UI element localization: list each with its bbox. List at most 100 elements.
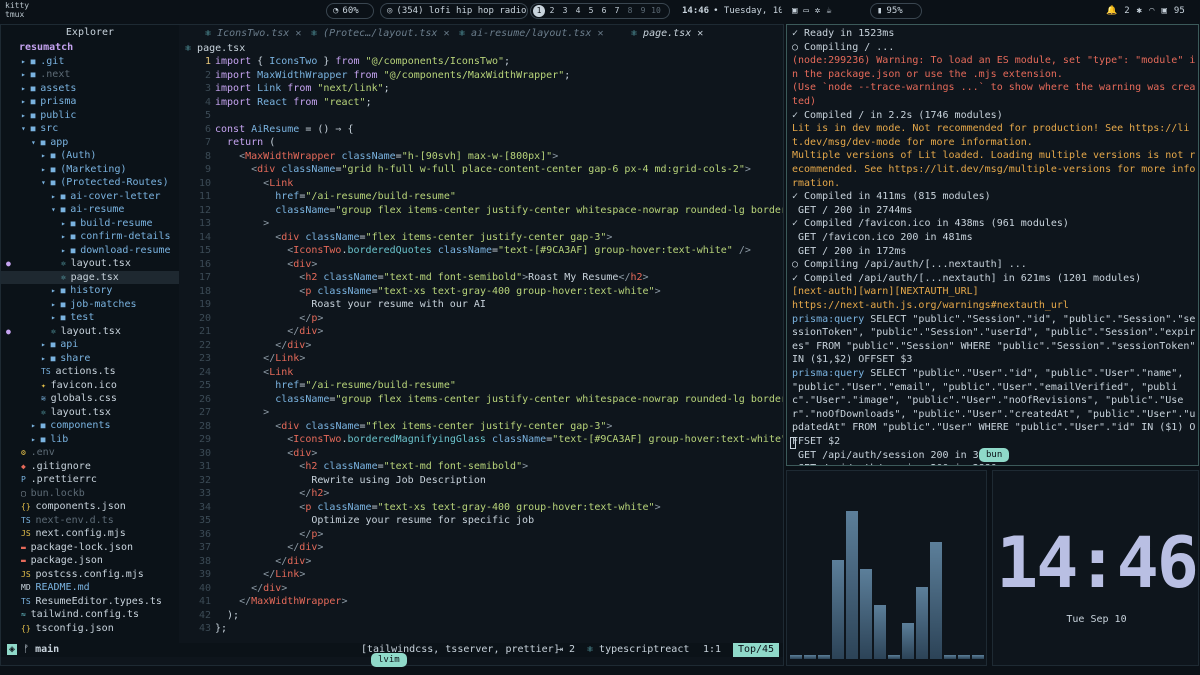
tree-item[interactable]: ▸ ■ job-matches	[1, 298, 179, 312]
tree-item[interactable]: ⚛ layout.tsx	[1, 406, 179, 420]
tree-item[interactable]: ▸ ■ components	[1, 419, 179, 433]
media-widget[interactable]: ◎(354) lofi hip hop radio 📚 beats to rel…	[380, 3, 528, 19]
code-line[interactable]: 10 <Link	[181, 177, 783, 191]
tree-item[interactable]: ▢ bun.lockb	[1, 487, 179, 501]
code-line[interactable]: 15 <IconsTwo.borderedQuotes className="t…	[181, 244, 783, 258]
code-line[interactable]: 29 <IconsTwo.borderedMagnifyingGlass cla…	[181, 433, 783, 447]
tree-item[interactable]: ▾ ■ app	[1, 136, 179, 150]
code-line[interactable]: 23 </Link>	[181, 352, 783, 366]
workspace-6[interactable]: 6	[598, 5, 610, 17]
code-line[interactable]: 35 Optimize your resume for specific job	[181, 514, 783, 528]
tree-item[interactable]: ▸ ■ confirm-details	[1, 230, 179, 244]
code-line[interactable]: 1 import { IconsTwo } from "@/components/…	[181, 55, 783, 69]
code-line[interactable]: 42 );	[181, 609, 783, 623]
explorer-root[interactable]: resumatch	[1, 41, 179, 55]
tree-item[interactable]: ▾ ■ ai-resume	[1, 203, 179, 217]
workspace-9[interactable]: 9	[637, 5, 649, 17]
code-line[interactable]: 38 </div>	[181, 555, 783, 569]
tree-item[interactable]: ▸ ■ lib	[1, 433, 179, 447]
editor-tab[interactable]: ⚛ page.tsx ✕	[631, 25, 703, 42]
workspace-1[interactable]: 1	[533, 5, 545, 17]
tree-item[interactable]: TS actions.ts	[1, 365, 179, 379]
tree-item[interactable]: ⚛ page.tsx	[1, 270, 179, 284]
code-editor[interactable]: ⚛ IconsTwo.tsx ✕ ⚛ (Protec…/layout.tsx ✕ ⚛…	[181, 25, 783, 643]
code-line[interactable]: 9 <div className="grid h-full w-full pla…	[181, 163, 783, 177]
idle-icon[interactable]: ☕	[826, 6, 831, 16]
tree-item[interactable]: ▸ ■ public	[1, 109, 179, 123]
code-line[interactable]: 6 const AiResume = () ⇒ {	[181, 123, 783, 137]
code-line[interactable]: 37 </div>	[181, 541, 783, 555]
tree-item[interactable]: ▾ ■ src	[1, 122, 179, 136]
workspace-8[interactable]: 8	[624, 5, 636, 17]
workspace-3[interactable]: 3	[559, 5, 571, 17]
screen-icon[interactable]: ▭	[803, 6, 808, 16]
code-line[interactable]: 36 </p>	[181, 528, 783, 542]
editor-tab[interactable]: ⚛ IconsTwo.tsx ✕	[205, 25, 301, 42]
workspace-switcher[interactable]: 1 2 3 4 5 6 7 8 9 10	[530, 3, 670, 19]
tree-item[interactable]: ▬ package-lock.json	[1, 541, 179, 555]
tree-item[interactable]: ▾ ■ (Protected-Routes)	[1, 176, 179, 190]
code-line[interactable]: 24 <Link	[181, 366, 783, 380]
code-line[interactable]: 2 import MaxWidthWrapper from "@/componen…	[181, 69, 783, 83]
code-line[interactable]: 22 </div>	[181, 339, 783, 353]
code-line[interactable]: 25 href="/ai-resume/build-resume"	[181, 379, 783, 393]
workspace-4[interactable]: 4	[572, 5, 584, 17]
tree-item[interactable]: MD README.md	[1, 581, 179, 595]
tree-item[interactable]: TS ResumeEditor.types.ts	[1, 595, 179, 609]
tree-item[interactable]: ▸ ■ (Auth)	[1, 149, 179, 163]
tree-item[interactable]: ▸ ■ ai-cover-letter	[1, 190, 179, 204]
tree-item[interactable]: ▸ ■ test	[1, 311, 179, 325]
tree-item[interactable]: ▬ package.json	[1, 554, 179, 568]
workspace-5[interactable]: 5	[585, 5, 597, 17]
tree-item[interactable]: {} components.json	[1, 500, 179, 514]
wifi-icon[interactable]: ◠	[1149, 6, 1154, 16]
tree-item[interactable]: ◆ .gitignore	[1, 460, 179, 474]
tree-item[interactable]: TS next-env.d.ts	[1, 514, 179, 528]
tree-item[interactable]: P .prettierrc	[1, 473, 179, 487]
tree-item[interactable]: ▸ ■ api	[1, 338, 179, 352]
status-icons[interactable]: 🔔 2 ✱ ◠ ▣ 95	[1100, 3, 1196, 19]
code-line[interactable]: 16 <div>	[181, 258, 783, 272]
code-line[interactable]: 12 className="group flex items-center ju…	[181, 204, 783, 218]
code-line[interactable]: 20 </p>	[181, 312, 783, 326]
cpu-widget[interactable]: ◔ 60%	[326, 3, 374, 19]
volume-icon[interactable]: ▣	[1161, 6, 1166, 16]
tree-item[interactable]: JS postcss.config.mjs	[1, 568, 179, 582]
bell-icon[interactable]: 🔔	[1106, 6, 1117, 16]
code-line[interactable]: 3 import Link from "next/link";	[181, 82, 783, 96]
code-line[interactable]: 39 </Link>	[181, 568, 783, 582]
workspace-7[interactable]: 7	[611, 5, 623, 17]
tree-item[interactable]: ● ⚛ layout.tsx	[1, 257, 179, 271]
tree-item[interactable]: JS next.config.mjs	[1, 527, 179, 541]
code-line[interactable]: 27 >	[181, 406, 783, 420]
code-line[interactable]: 8 <MaxWidthWrapper className="h-[90svh] …	[181, 150, 783, 164]
code-line[interactable]: 14 <div className="flex items-center jus…	[181, 231, 783, 245]
tree-item[interactable]: ⚙ .env	[1, 446, 179, 460]
code-line[interactable]: 19 Roast your resume with our AI	[181, 298, 783, 312]
code-line[interactable]: 26 className="group flex items-center ju…	[181, 393, 783, 407]
code-line[interactable]: 17 <h2 className="text-md font-semibold"…	[181, 271, 783, 285]
code-line[interactable]: 34 <p className="text-xs text-gray-400 g…	[181, 501, 783, 515]
code-line[interactable]: 18 <p className="text-xs text-gray-400 g…	[181, 285, 783, 299]
close-icon[interactable]: ✕	[289, 28, 301, 39]
code-line[interactable]: 4 import React from "react";	[181, 96, 783, 110]
editor-tab[interactable]: ⚛ (Protec…/layout.tsx ✕	[311, 25, 449, 42]
code-line[interactable]: 43};	[181, 622, 783, 636]
close-icon[interactable]: ✕	[691, 28, 703, 39]
code-line[interactable]: 7 return (	[181, 136, 783, 150]
tree-item[interactable]: ≈ tailwind.config.ts	[1, 608, 179, 622]
editor-tab[interactable]: ⚛ ai-resume/layout.tsx ✕	[459, 25, 604, 42]
code-line[interactable]: 31 <h2 className="text-md font-semibold"…	[181, 460, 783, 474]
tree-item[interactable]: ▸ ■ share	[1, 352, 179, 366]
tree-item[interactable]: ▸ ■ prisma	[1, 95, 179, 109]
tree-item[interactable]: ● ⚛ layout.tsx	[1, 325, 179, 339]
code-line[interactable]: 11 href="/ai-resume/build-resume"	[181, 190, 783, 204]
code-line[interactable]: 33 </h2>	[181, 487, 783, 501]
clock-widget[interactable]: 14:46• Tuesday, 10/09	[676, 3, 782, 19]
code-line[interactable]: 5	[181, 109, 783, 123]
bluetooth-icon[interactable]: ✱	[1137, 6, 1142, 16]
tree-item[interactable]: {} tsconfig.json	[1, 622, 179, 636]
tree-item[interactable]: ▸ ■ .git	[1, 55, 179, 69]
close-icon[interactable]: ✕	[591, 28, 603, 39]
code-line[interactable]: 40 </div>	[181, 582, 783, 596]
